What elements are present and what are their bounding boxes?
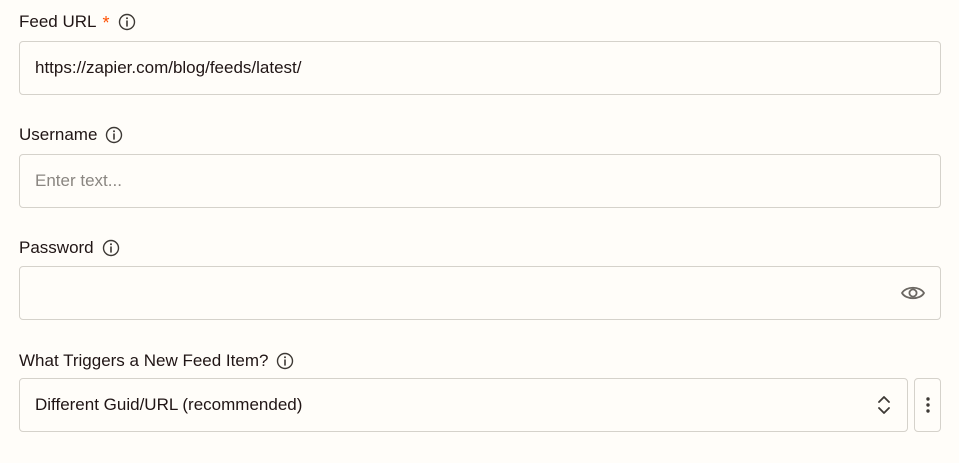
username-placeholder: Enter text... xyxy=(35,171,122,190)
username-label: Username xyxy=(19,125,98,144)
username-input[interactable]: Enter text... xyxy=(19,154,941,208)
trigger-label-row: What Triggers a New Feed Item? xyxy=(19,350,908,372)
info-icon[interactable] xyxy=(102,239,120,257)
required-mark: * xyxy=(102,12,110,33)
info-icon[interactable] xyxy=(276,352,294,370)
username-label-row: Username xyxy=(19,124,941,146)
trigger-label: What Triggers a New Feed Item? xyxy=(19,351,269,370)
info-icon[interactable] xyxy=(105,126,123,144)
more-options-button[interactable] xyxy=(914,378,941,432)
trigger-selected-value: Different Guid/URL (recommended) xyxy=(35,395,303,414)
password-input[interactable] xyxy=(19,266,941,320)
feed-url-label: Feed URL xyxy=(19,12,97,31)
feed-url-input[interactable]: https://zapier.com/blog/feeds/latest/ xyxy=(19,41,941,95)
trigger-field: What Triggers a New Feed Item? Different… xyxy=(19,350,908,432)
kebab-menu-icon xyxy=(925,396,931,414)
feed-url-label-row: Feed URL * xyxy=(19,11,941,33)
eye-icon[interactable] xyxy=(900,282,926,304)
feed-url-value: https://zapier.com/blog/feeds/latest/ xyxy=(35,58,302,77)
info-icon[interactable] xyxy=(118,13,136,31)
feed-url-field: Feed URL * https://zapier.com/blog/feeds… xyxy=(19,11,941,95)
username-field: Username Enter text... xyxy=(19,124,941,208)
trigger-select[interactable]: Different Guid/URL (recommended) xyxy=(19,378,908,432)
password-label: Password xyxy=(19,238,94,257)
password-label-row: Password xyxy=(19,237,941,259)
password-field: Password xyxy=(19,237,941,320)
chevron-up-down-icon xyxy=(877,394,891,416)
